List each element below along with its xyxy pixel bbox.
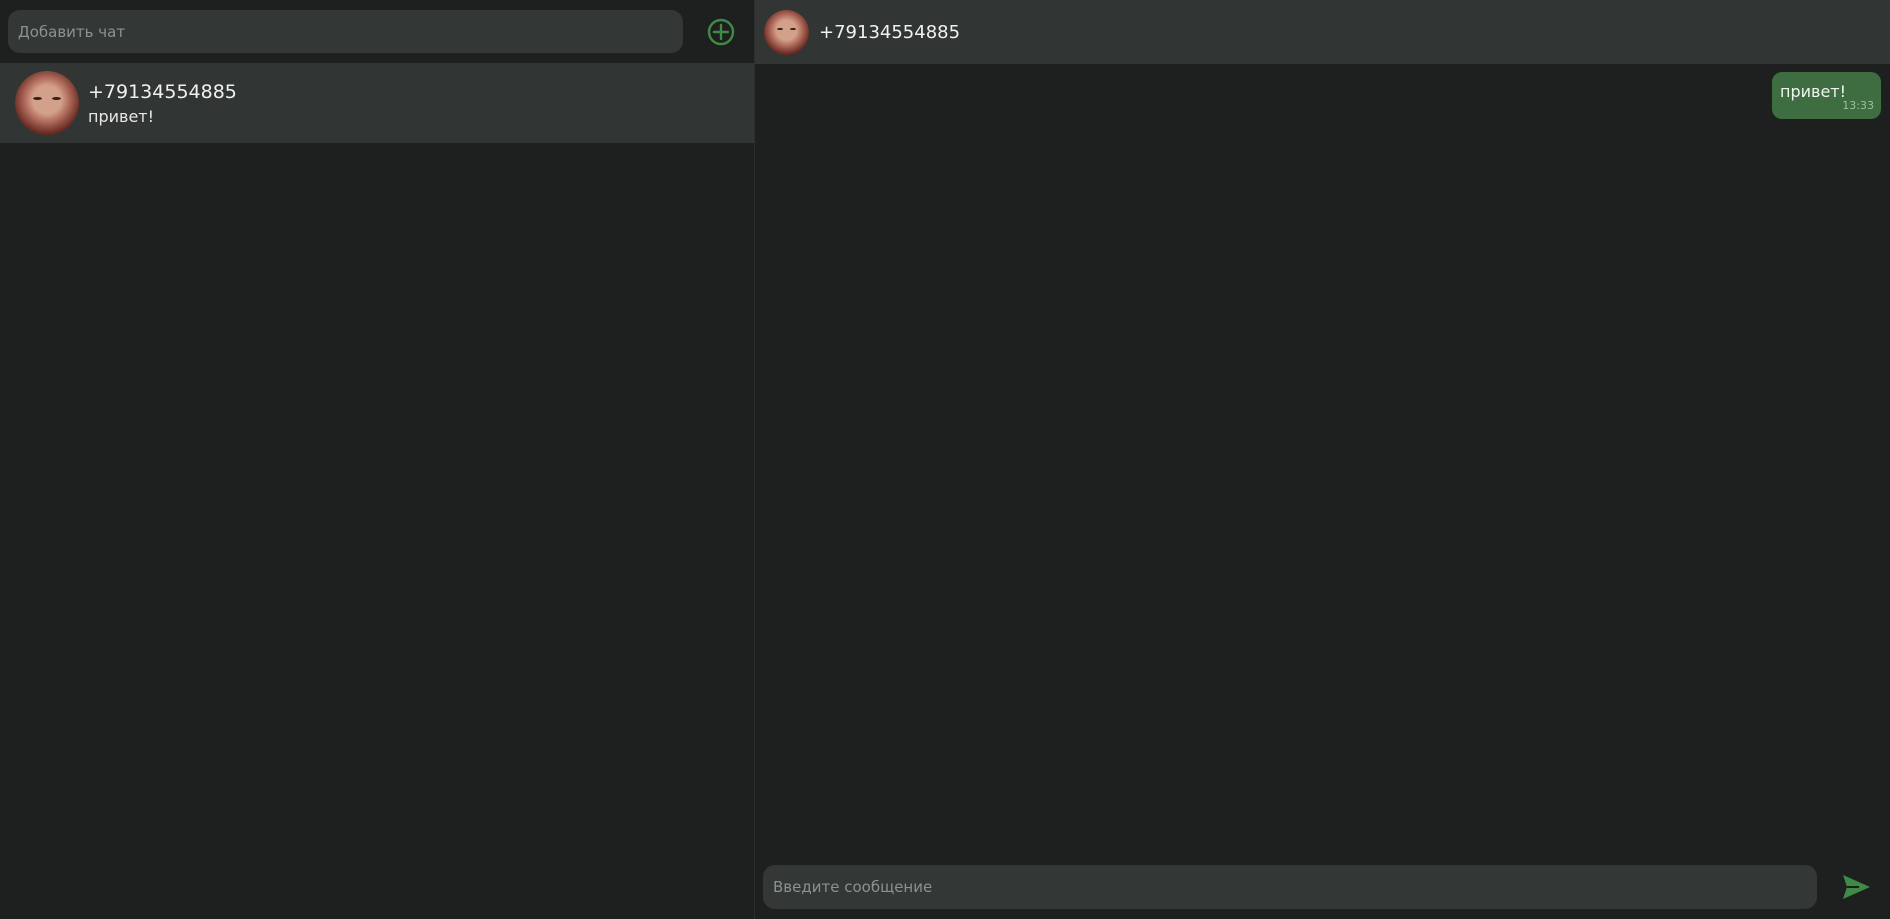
sidebar: +79134554885 привет! bbox=[0, 0, 755, 919]
add-chat-input[interactable] bbox=[8, 10, 683, 53]
send-button[interactable] bbox=[1837, 868, 1875, 906]
message-bubble: привет! 13:33 bbox=[1772, 72, 1881, 119]
message-time: 13:33 bbox=[1842, 99, 1874, 112]
plus-circle-icon bbox=[707, 18, 735, 45]
chat-last-message: привет! bbox=[88, 106, 155, 126]
avatar bbox=[15, 71, 79, 135]
conversation-panel: +79134554885 привет! 13:33 bbox=[755, 0, 1890, 919]
message-composer bbox=[755, 854, 1890, 919]
conversation-header: +79134554885 bbox=[755, 0, 1890, 64]
avatar bbox=[764, 9, 809, 55]
conversation-title: +79134554885 bbox=[819, 21, 961, 43]
chat-name: +79134554885 bbox=[88, 80, 237, 103]
send-icon bbox=[1843, 874, 1870, 899]
add-chat-button[interactable] bbox=[705, 16, 737, 48]
chat-item-text: +79134554885 привет! bbox=[88, 79, 237, 128]
add-chat-bar bbox=[0, 0, 754, 63]
message-list: привет! 13:33 bbox=[755, 64, 1890, 854]
chat-list-item[interactable]: +79134554885 привет! bbox=[0, 63, 754, 143]
chat-app: +79134554885 привет! +79134554885 привет… bbox=[0, 0, 1890, 919]
message-input[interactable] bbox=[763, 864, 1817, 909]
